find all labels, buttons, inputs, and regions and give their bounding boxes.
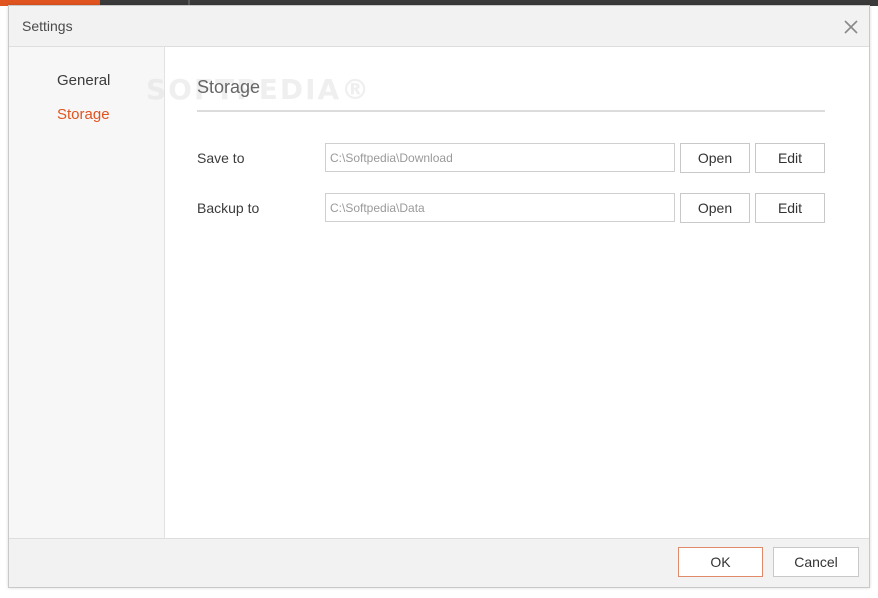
settings-dialog: Settings General Storage SOFTPEDIA® Stor… <box>8 5 870 588</box>
save-to-edit-button[interactable]: Edit <box>755 143 825 173</box>
close-button[interactable] <box>841 17 861 37</box>
section-divider <box>197 110 825 112</box>
sidebar-item-storage[interactable]: Storage <box>57 106 110 123</box>
sidebar-item-general[interactable]: General <box>57 72 110 89</box>
backup-to-label: Backup to <box>197 200 260 216</box>
save-to-path-field[interactable]: C:\Softpedia\Download <box>325 143 675 172</box>
backup-to-path-field[interactable]: C:\Softpedia\Data <box>325 193 675 222</box>
title-bar: Settings <box>9 6 869 47</box>
dialog-footer: OK Cancel <box>9 538 869 587</box>
close-icon <box>844 20 858 34</box>
backup-to-edit-button[interactable]: Edit <box>755 193 825 223</box>
storage-panel: SOFTPEDIA® Storage Save to C:\Softpedia\… <box>146 47 869 538</box>
sidebar: General Storage <box>9 47 165 538</box>
section-title: Storage <box>197 77 261 97</box>
save-to-label: Save to <box>197 150 245 166</box>
window-title: Settings <box>22 18 73 34</box>
save-to-open-button[interactable]: Open <box>680 143 750 173</box>
backup-to-open-button[interactable]: Open <box>680 193 750 223</box>
ok-button[interactable]: OK <box>678 547 763 577</box>
cancel-button[interactable]: Cancel <box>773 547 859 577</box>
